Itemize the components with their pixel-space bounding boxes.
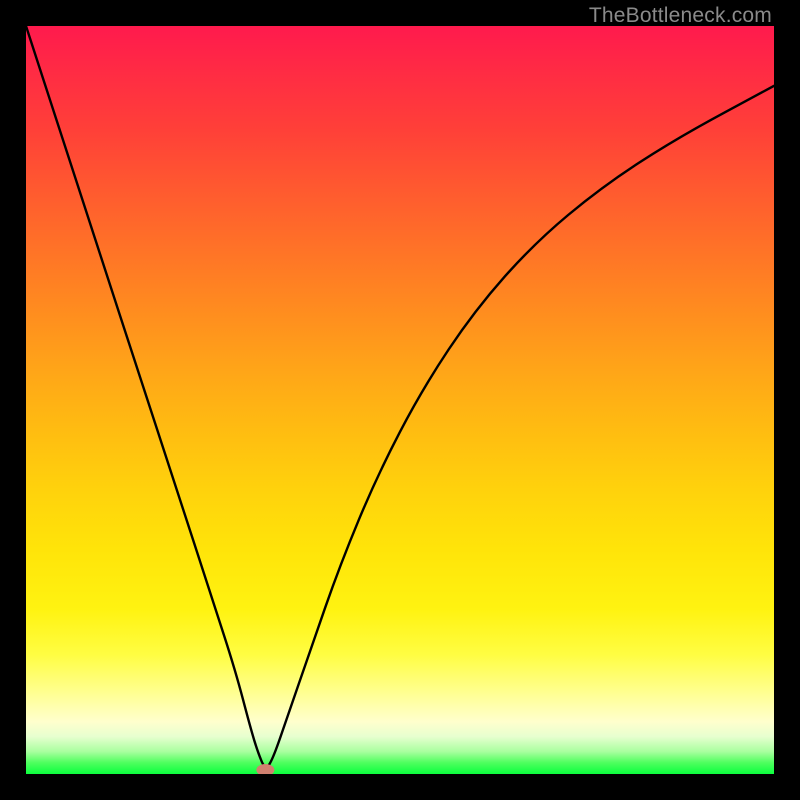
- curve-layer: [26, 26, 774, 774]
- bottleneck-curve: [26, 26, 774, 767]
- minimum-marker: [256, 764, 274, 774]
- watermark-text: TheBottleneck.com: [589, 4, 772, 28]
- chart-frame: TheBottleneck.com: [0, 0, 800, 800]
- plot-area: [26, 26, 774, 774]
